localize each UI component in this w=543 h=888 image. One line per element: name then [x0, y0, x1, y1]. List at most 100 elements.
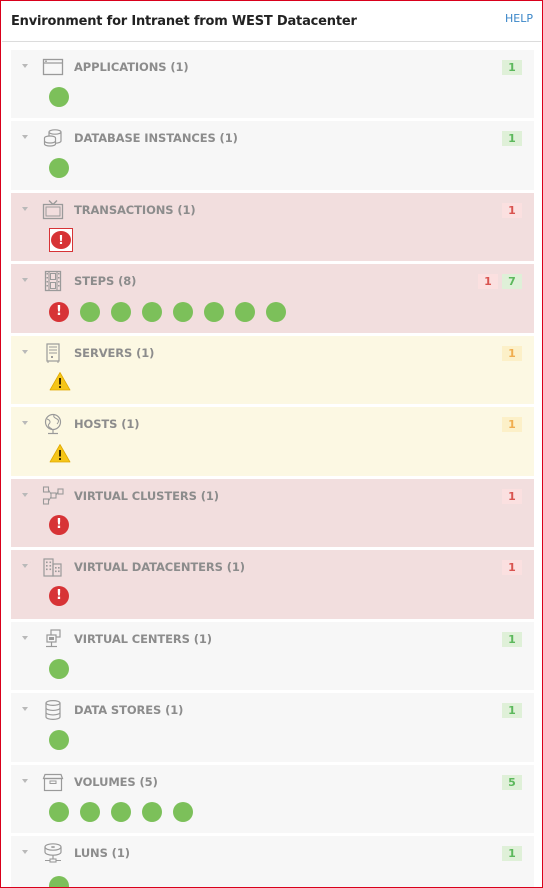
status-ok-dot[interactable] — [266, 302, 286, 322]
section-label[interactable]: HOSTS (1) — [74, 417, 140, 431]
section-virtual-centers: VIRTUAL CENTERS (1) 1 — [11, 622, 534, 690]
chevron-down-icon[interactable] — [22, 421, 28, 425]
status-ok-dot[interactable] — [204, 302, 224, 322]
status-ok-dot[interactable] — [173, 302, 193, 322]
chevron-down-icon[interactable] — [22, 278, 28, 282]
status-items: ! — [49, 586, 69, 606]
status-items — [49, 443, 71, 463]
status-ok-dot[interactable] — [49, 87, 69, 107]
volume-box-icon — [42, 771, 64, 793]
section-label[interactable]: LUNS (1) — [74, 846, 130, 860]
chevron-down-icon[interactable] — [22, 493, 28, 497]
ok-count-badge[interactable]: 7 — [502, 274, 522, 289]
status-badges: 1 — [502, 846, 522, 861]
cluster-icon — [42, 485, 64, 507]
status-ok-dot[interactable] — [235, 302, 255, 322]
section-label[interactable]: DATA STORES (1) — [74, 703, 183, 717]
section-label[interactable]: STEPS (8) — [74, 274, 136, 288]
chevron-down-icon[interactable] — [22, 707, 28, 711]
section-label[interactable]: VOLUMES (5) — [74, 775, 158, 789]
help-link[interactable]: HELP — [505, 12, 533, 25]
status-ok-dot[interactable] — [142, 802, 162, 822]
status-ok-dot[interactable] — [80, 802, 100, 822]
section-label[interactable]: VIRTUAL CENTERS (1) — [74, 632, 212, 646]
critical-count-badge[interactable]: 1 — [502, 560, 522, 575]
status-items — [49, 371, 71, 391]
server-icon — [42, 342, 64, 364]
section-label[interactable]: TRANSACTIONS (1) — [74, 203, 196, 217]
section-hosts: HOSTS (1) 1 — [11, 407, 534, 476]
selected-critical-item[interactable]: ! — [49, 228, 73, 252]
chevron-down-icon[interactable] — [22, 779, 28, 783]
status-badges: 1 — [502, 60, 522, 75]
section-database-instances: DATABASE INSTANCES (1) 1 — [11, 121, 534, 190]
ok-count-badge[interactable]: 1 — [502, 632, 522, 647]
section-label[interactable]: APPLICATIONS (1) — [74, 60, 189, 74]
warning-count-badge[interactable]: 1 — [502, 417, 522, 432]
critical-alert-icon[interactable]: ! — [49, 302, 69, 322]
chevron-down-icon[interactable] — [22, 350, 28, 354]
ok-count-badge[interactable]: 1 — [502, 846, 522, 861]
chevron-down-icon[interactable] — [22, 850, 28, 854]
status-items — [49, 876, 69, 887]
warning-count-badge[interactable]: 1 — [502, 346, 522, 361]
status-items — [49, 158, 69, 178]
warning-triangle-icon[interactable] — [49, 371, 71, 391]
chevron-down-icon[interactable] — [22, 207, 28, 211]
critical-alert-icon[interactable]: ! — [49, 586, 69, 606]
chevron-down-icon[interactable] — [22, 64, 28, 68]
status-ok-dot[interactable] — [173, 802, 193, 822]
section-label[interactable]: VIRTUAL CLUSTERS (1) — [74, 489, 219, 503]
status-badges: 17 — [478, 274, 522, 289]
film-strip-icon — [42, 270, 64, 292]
status-ok-dot[interactable] — [111, 302, 131, 322]
status-items — [49, 87, 69, 107]
critical-alert-icon[interactable]: ! — [49, 515, 69, 535]
warning-triangle-icon[interactable] — [49, 443, 71, 463]
status-items: ! — [49, 228, 73, 252]
page-title: Environment for Intranet from WEST Datac… — [11, 14, 357, 29]
status-ok-dot[interactable] — [49, 158, 69, 178]
status-ok-dot[interactable] — [49, 730, 69, 750]
chevron-down-icon[interactable] — [22, 636, 28, 640]
ok-count-badge[interactable]: 1 — [502, 703, 522, 718]
virtual-center-icon — [42, 628, 64, 650]
status-ok-dot[interactable] — [80, 302, 100, 322]
section-data-stores: DATA STORES (1) 1 — [11, 693, 534, 762]
section-volumes: VOLUMES (5) 5 — [11, 765, 534, 833]
status-ok-dot[interactable] — [142, 302, 162, 322]
status-items: ! — [49, 515, 69, 535]
section-virtual-datacenters: VIRTUAL DATACENTERS (1) 1! — [11, 550, 534, 619]
database-instances-icon — [42, 127, 64, 149]
critical-count-badge[interactable]: 1 — [502, 489, 522, 504]
application-window-icon — [42, 56, 64, 78]
section-steps: STEPS (8) 1 7! — [11, 264, 534, 333]
status-ok-dot[interactable] — [111, 802, 131, 822]
ok-count-badge[interactable]: 5 — [502, 775, 522, 790]
status-ok-dot[interactable] — [49, 876, 69, 887]
panel-header: Environment for Intranet from WEST Datac… — [2, 2, 541, 42]
ok-count-badge[interactable]: 1 — [502, 60, 522, 75]
globe-host-icon — [42, 413, 64, 435]
ok-count-badge[interactable]: 1 — [502, 131, 522, 146]
data-store-icon — [42, 699, 64, 721]
status-badges: 1 — [502, 417, 522, 432]
section-transactions: TRANSACTIONS (1) 1! — [11, 193, 534, 261]
tv-monitor-icon — [42, 199, 64, 221]
section-applications: APPLICATIONS (1) 1 — [11, 50, 534, 118]
critical-count-badge[interactable]: 1 — [478, 274, 498, 289]
section-label[interactable]: VIRTUAL DATACENTERS (1) — [74, 560, 245, 574]
section-servers: SERVERS (1) 1 — [11, 336, 534, 404]
section-label[interactable]: SERVERS (1) — [74, 346, 154, 360]
section-virtual-clusters: VIRTUAL CLUSTERS (1) 1! — [11, 479, 534, 547]
status-badges: 1 — [502, 632, 522, 647]
status-items — [49, 730, 69, 750]
critical-count-badge[interactable]: 1 — [502, 203, 522, 218]
status-badges: 1 — [502, 131, 522, 146]
status-ok-dot[interactable] — [49, 802, 69, 822]
status-ok-dot[interactable] — [49, 659, 69, 679]
status-badges: 1 — [502, 203, 522, 218]
chevron-down-icon[interactable] — [22, 564, 28, 568]
section-label[interactable]: DATABASE INSTANCES (1) — [74, 131, 238, 145]
chevron-down-icon[interactable] — [22, 135, 28, 139]
